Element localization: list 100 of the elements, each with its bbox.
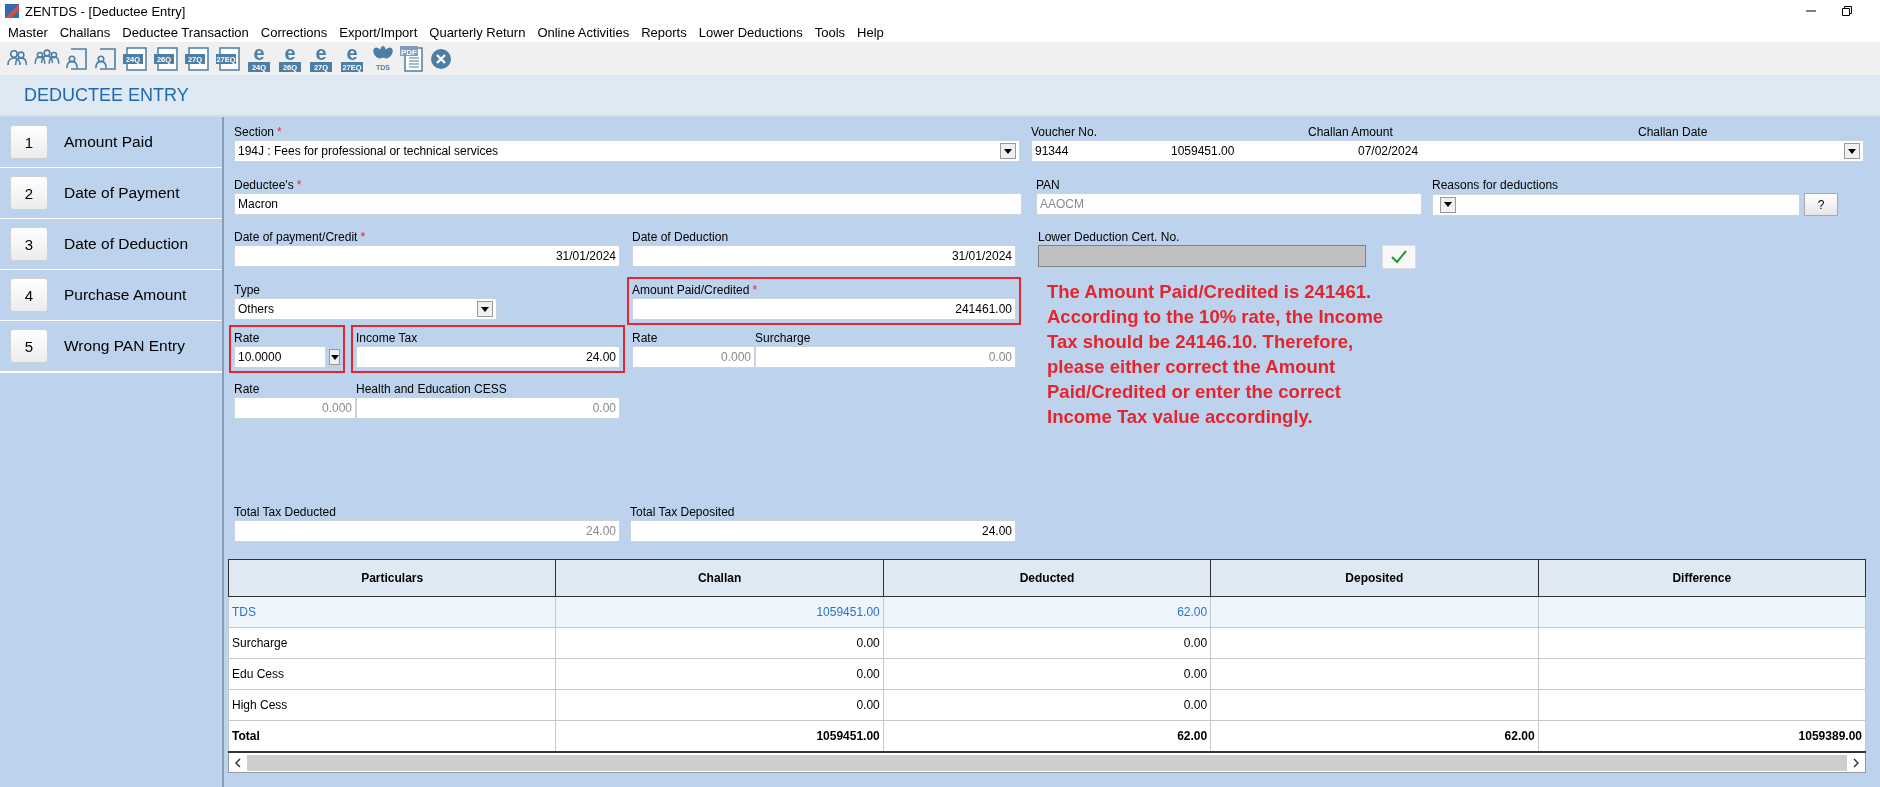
table-cell: 0.00 — [883, 689, 1211, 721]
sidebar-label: Purchase Amount — [64, 286, 187, 304]
dropdown-button[interactable] — [477, 301, 493, 317]
table-cell: 62.00 — [883, 596, 1211, 628]
column-label: Challan Date — [1638, 125, 1709, 139]
dropdown-button[interactable] — [1000, 143, 1016, 159]
field-label: Date of payment/Credit — [234, 230, 358, 244]
field-label: Surcharge — [755, 331, 811, 345]
help-button[interactable]: ? — [1804, 193, 1838, 216]
column-label: Voucher No. — [1031, 125, 1099, 139]
field-label: Health and Education CESS — [356, 382, 507, 396]
menu-item[interactable]: Online Activities — [531, 24, 636, 40]
field-label: Total Tax Deducted — [234, 505, 336, 519]
rate-field[interactable]: 0.000 — [632, 346, 755, 368]
field-label: Amount Paid/Credited — [632, 283, 750, 297]
required-mark: * — [752, 283, 758, 297]
field-label: Lower Deduction Cert. No. — [1038, 230, 1180, 244]
sidebar-label: Date of Payment — [64, 184, 180, 202]
caret-icon — [481, 306, 489, 312]
sidebar-label: Wrong PAN Entry — [64, 337, 185, 355]
contact-document-icon[interactable] — [92, 45, 118, 72]
field-label: Rate — [234, 382, 260, 396]
contact-document-icon[interactable] — [63, 45, 89, 72]
column-header[interactable]: Particulars — [228, 559, 556, 597]
sidebar-label: Date of Deduction — [64, 235, 189, 253]
table-cell: 0.00 — [555, 689, 884, 721]
table-cell: 0.00 — [555, 627, 884, 659]
menu-item[interactable]: Master — [2, 24, 54, 40]
caret-icon — [1004, 148, 1012, 154]
surcharge-field[interactable]: 0.00 — [755, 346, 1016, 368]
table-cell: 0.00 — [555, 658, 884, 690]
menu-item[interactable]: Reports — [635, 24, 693, 40]
caret-icon — [1848, 148, 1856, 154]
menu-item[interactable]: Corrections — [254, 24, 334, 40]
field-label: Income Tax — [356, 331, 418, 345]
type-dropdown[interactable]: Others — [234, 298, 497, 320]
field-label: Total Tax Deposited — [630, 505, 735, 519]
column-header[interactable]: Deducted — [883, 559, 1211, 597]
close-icon[interactable] — [429, 46, 453, 71]
sidebar-label: Amount Paid — [64, 133, 153, 151]
page-title: DEDUCTEE ENTRY — [24, 84, 189, 106]
income-tax-field[interactable]: 24.00 — [356, 346, 620, 368]
table-cell: 1059451.00 — [555, 596, 884, 628]
field-label: Date of Deduction — [632, 230, 729, 244]
total-field[interactable]: 24.00 — [630, 520, 1016, 542]
app-logo-icon — [5, 4, 19, 18]
amount-field[interactable]: 241461.00 — [632, 298, 1016, 320]
dropdown-button[interactable] — [1844, 143, 1860, 159]
confirm-button[interactable] — [1382, 245, 1416, 269]
rate-field[interactable]: 0.000 — [234, 397, 356, 419]
column-label: Challan Amount — [1308, 125, 1394, 139]
scroll-left-icon[interactable] — [235, 757, 241, 768]
challan-dropdown[interactable]: 91344 1059451.00 07/02/2024 — [1031, 140, 1864, 162]
date-field[interactable]: 31/01/2024 — [632, 245, 1016, 267]
field-label: Type — [234, 283, 260, 297]
column-header[interactable]: Challan — [555, 559, 884, 597]
field-label: Rate — [632, 331, 658, 345]
table-cell: High Cess — [228, 689, 556, 721]
restore-icon[interactable] — [1842, 6, 1852, 16]
deductee-field[interactable]: Macron — [234, 193, 1022, 215]
field-label: Section — [234, 125, 275, 139]
shortcut-button[interactable]: 1 — [10, 125, 48, 159]
field-label: Rate — [234, 331, 260, 345]
date-field[interactable]: 31/01/2024 — [234, 245, 620, 267]
menu-item[interactable]: Tools — [808, 24, 852, 40]
shortcut-button[interactable]: 2 — [10, 176, 48, 210]
validation-message: The Amount Paid/Credited is 241461. According to the 10% rate, the Income Tax should be 24146.10. Therefore, please either correct the Amount Paid/Credited or enter the correct Income Tax value accordingly. — [1047, 280, 1385, 429]
shortcut-button[interactable]: 4 — [10, 278, 48, 312]
caret-icon — [1444, 202, 1452, 207]
required-mark: * — [360, 230, 366, 244]
window-title: ZENTDS - [Deductee Entry] — [25, 3, 186, 19]
menu-item[interactable]: Lower Deductions — [692, 24, 809, 40]
menu-item[interactable]: Quarterly Return — [423, 24, 532, 40]
shortcut-button[interactable]: 3 — [10, 227, 48, 261]
table-cell: Surcharge — [228, 627, 556, 659]
dropdown-button[interactable] — [1440, 196, 1456, 213]
required-mark: * — [277, 125, 282, 139]
pan-field[interactable]: AAOCM — [1036, 193, 1422, 215]
section-dropdown[interactable]: 194J : Fees for professional or technical services — [234, 140, 1020, 162]
column-header[interactable]: Difference — [1538, 559, 1866, 597]
menu-item[interactable]: Deductee Transaction — [116, 24, 255, 40]
field-label: Reasons for deductions — [1432, 178, 1559, 192]
table-cell: TDS — [228, 596, 556, 628]
menu-item[interactable]: Help — [851, 24, 890, 40]
cess-field[interactable]: 0.00 — [356, 397, 620, 419]
menu-item[interactable]: Challans — [53, 24, 117, 40]
menu-item[interactable]: Export/Import — [333, 24, 424, 40]
dropdown-button[interactable] — [329, 349, 340, 365]
horizontal-scrollbar[interactable] — [228, 753, 1866, 773]
checkmark-icon — [1390, 249, 1408, 265]
selected-row[interactable]: TDS 1059451.00 62.00 — [228, 596, 1866, 628]
field-label: Deductee's — [234, 178, 294, 192]
shortcut-button[interactable]: 5 — [10, 329, 48, 363]
table-cell: 0.00 — [883, 627, 1211, 659]
table-cell: 0.00 — [883, 658, 1211, 690]
total-field[interactable]: 24.00 — [234, 520, 620, 542]
table-cell: Edu Cess — [228, 658, 556, 690]
rate-field[interactable]: 10.0000 — [234, 346, 326, 368]
scroll-right-icon[interactable] — [1853, 757, 1859, 768]
column-header[interactable]: Deposited — [1210, 559, 1539, 597]
